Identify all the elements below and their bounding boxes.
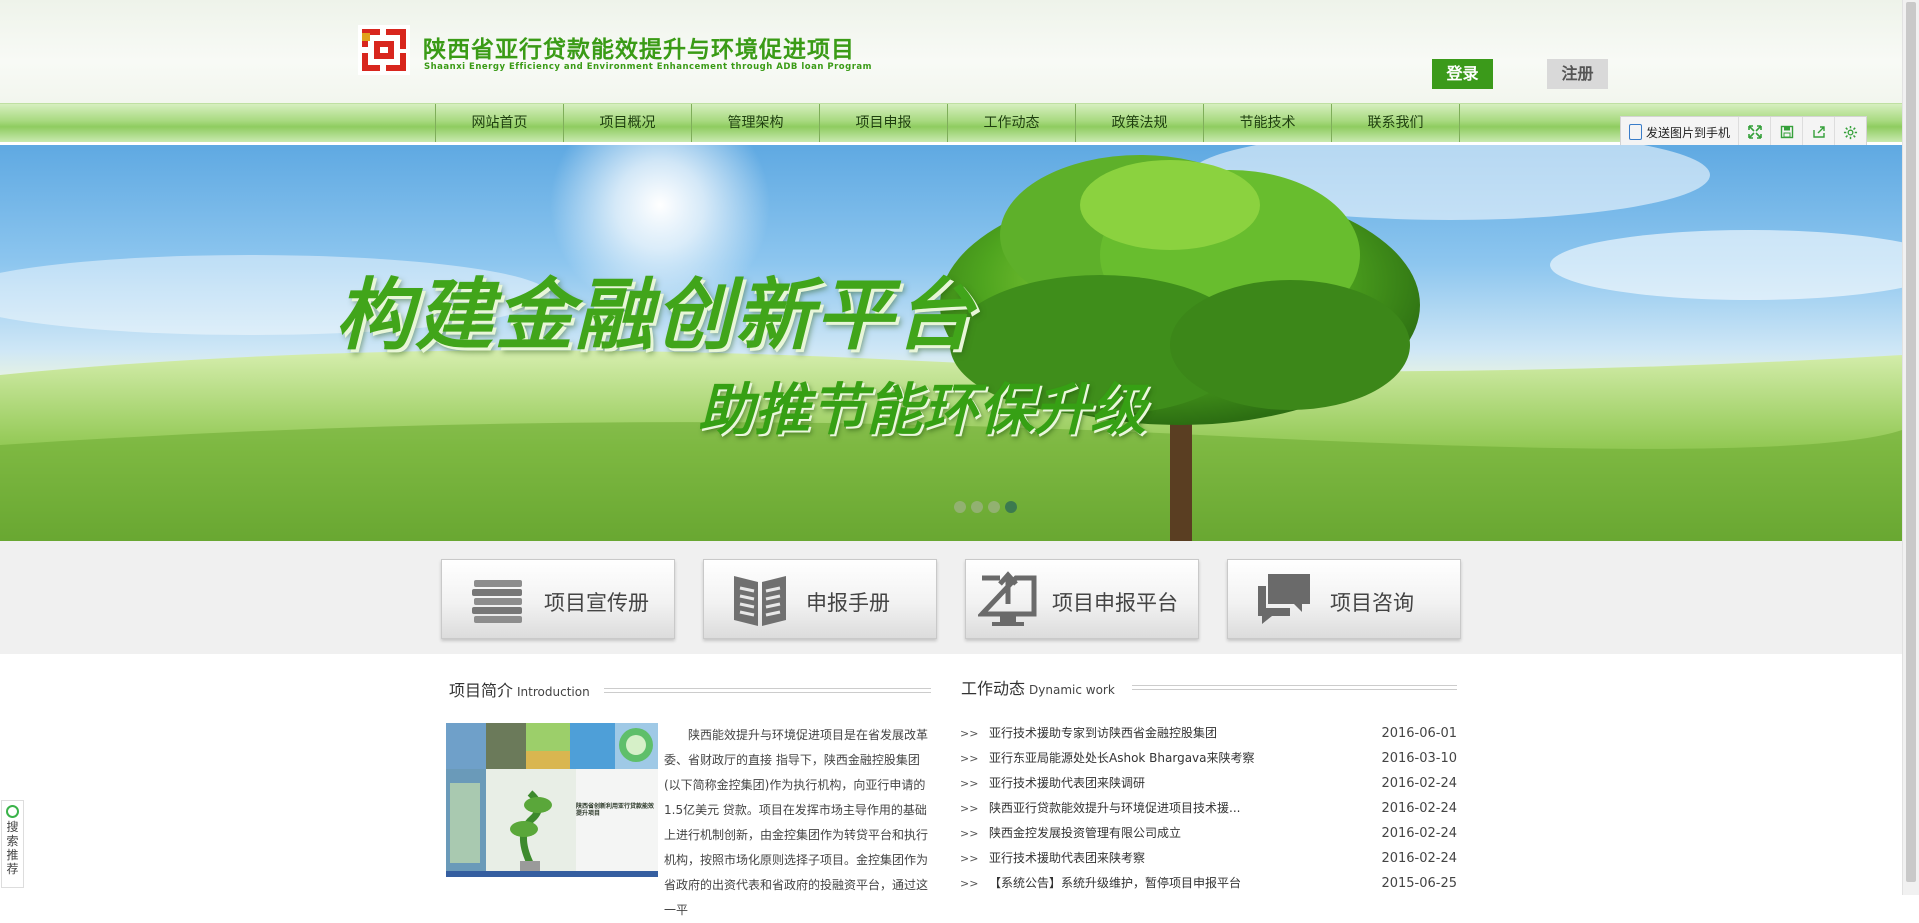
news-arrow: >> xyxy=(960,802,979,815)
news-arrow: >> xyxy=(960,827,979,840)
news-item[interactable]: >> 亚行技术援助代表团来陕考察 2016-02-24 xyxy=(960,846,1457,871)
brochure-label: 项目宣传册 xyxy=(544,591,649,615)
news-title-en: Dynamic work xyxy=(1029,683,1115,697)
quick-links: 项目宣传册 申报手册 项目申报平台 项目咨询 xyxy=(0,541,1902,654)
share-icon[interactable] xyxy=(1803,117,1836,147)
nav-item-news[interactable]: 工作动态 xyxy=(948,104,1076,142)
send-to-phone-button[interactable]: 发送图片到手机 xyxy=(1621,117,1740,147)
news-arrow: >> xyxy=(960,752,979,765)
news-item-title[interactable]: 陕西金控发展投资管理有限公司成立 xyxy=(989,821,1181,846)
intro-title-divider xyxy=(604,688,931,693)
consultation-button[interactable]: 项目咨询 xyxy=(1227,559,1461,639)
news-section-title: 工作动态 Dynamic work xyxy=(961,675,1115,699)
news-item-date: 2016-02-24 xyxy=(1381,776,1457,791)
settings-icon[interactable] xyxy=(1835,117,1866,147)
news-title-divider xyxy=(1132,685,1457,690)
search-recommend-widget[interactable]: 搜索推荐 xyxy=(1,800,24,888)
nav-item-home[interactable]: 网站首页 xyxy=(436,104,564,142)
open-book-icon xyxy=(734,576,786,626)
news-arrow: >> xyxy=(960,852,979,865)
news-item-title[interactable]: 【系统公告】系统升级维护，暂停项目申报平台 xyxy=(989,871,1241,896)
news-item-title[interactable]: 亚行技术援助代表团来陕调研 xyxy=(989,771,1145,796)
intro-section-title: 项目简介 Introduction xyxy=(449,677,590,701)
nav-item-application[interactable]: 项目申报 xyxy=(820,104,948,142)
news-item-title[interactable]: 亚行技术援助专家到访陕西省金融控股集团 xyxy=(989,721,1217,746)
news-item-date: 2016-06-01 xyxy=(1381,726,1457,741)
phone-icon xyxy=(1629,124,1642,140)
slide-dot-1[interactable] xyxy=(954,501,966,513)
search-recommend-label: 搜索推荐 xyxy=(6,820,19,876)
hero-banner: 构建金融创新平台 助推节能环保升级 xyxy=(0,145,1902,541)
send-to-phone-label: 发送图片到手机 xyxy=(1646,125,1731,140)
intro-image[interactable]: 陕西省创新利用亚行贷款能效提升项目 xyxy=(446,723,658,877)
nav-item-overview[interactable]: 项目概况 xyxy=(564,104,692,142)
news-item-date: 2015-06-25 xyxy=(1381,876,1457,891)
news-title-cn: 工作动态 xyxy=(961,679,1026,698)
news-item[interactable]: >> 亚行东亚局能源处处长Ashok Bhargava来陕考察 2016-03-… xyxy=(960,746,1457,771)
intro-collage xyxy=(446,723,658,877)
logo-icon[interactable] xyxy=(358,25,410,75)
news-item[interactable]: >> 亚行技术援助代表团来陕调研 2016-02-24 xyxy=(960,771,1457,796)
site-title: 陕西省亚行贷款能效提升与环境促进项目 xyxy=(423,37,855,63)
news-item-date: 2016-03-10 xyxy=(1381,751,1457,766)
news-item[interactable]: >> 陕西金控发展投资管理有限公司成立 2016-02-24 xyxy=(960,821,1457,846)
intro-text: 陕西能效提升与环境促进项目是在省发展改革委、省财政厅的直接 指导下，陕西金融控股… xyxy=(664,728,929,917)
news-item[interactable]: >> 【系统公告】系统升级维护，暂停项目申报平台 2015-06-25 xyxy=(960,871,1457,896)
vertical-scrollbar[interactable] xyxy=(1902,0,1919,895)
site-subtitle: Shaanxi Energy Efficiency and Environmen… xyxy=(424,62,872,72)
news-item[interactable]: >> 亚行技术援助专家到访陕西省金融控股集团 2016-06-01 xyxy=(960,721,1457,746)
nav-item-contact[interactable]: 联系我们 xyxy=(1332,104,1460,142)
nav-item-policy[interactable]: 政策法规 xyxy=(1076,104,1204,142)
slide-dot-3[interactable] xyxy=(988,501,1000,513)
slide-indicators xyxy=(954,501,1017,513)
register-button[interactable]: 注册 xyxy=(1547,59,1608,89)
manual-button[interactable]: 申报手册 xyxy=(703,559,937,639)
application-platform-label: 项目申报平台 xyxy=(1052,591,1178,615)
nav-item-structure[interactable]: 管理架构 xyxy=(692,104,820,142)
search-ring-icon xyxy=(6,805,19,818)
news-item-title[interactable]: 陕西亚行贷款能效提升与环境促进项目技术援... xyxy=(989,796,1240,821)
news-item-date: 2016-02-24 xyxy=(1381,801,1457,816)
consultation-label: 项目咨询 xyxy=(1330,591,1414,615)
news-arrow: >> xyxy=(960,877,979,890)
brochure-stack-icon xyxy=(472,580,522,623)
manual-label: 申报手册 xyxy=(806,591,890,615)
news-arrow: >> xyxy=(960,777,979,790)
intro-title-en: Introduction xyxy=(517,685,590,699)
news-item-date: 2016-02-24 xyxy=(1381,851,1457,866)
intro-title-cn: 项目简介 xyxy=(449,681,514,700)
main-nav: 网站首页 项目概况 管理架构 项目申报 工作动态 政策法规 节能技术 联系我们 xyxy=(0,103,1902,142)
upload-monitor-icon xyxy=(978,571,1037,626)
slide-dot-2[interactable] xyxy=(971,501,983,513)
intro-image-caption: 陕西省创新利用亚行贷款能效提升项目 xyxy=(576,803,655,817)
application-platform-button[interactable]: 项目申报平台 xyxy=(965,559,1199,639)
news-item[interactable]: >> 陕西亚行贷款能效提升与环境促进项目技术援... 2016-02-24 xyxy=(960,796,1457,821)
news-list: >> 亚行技术援助专家到访陕西省金融控股集团 2016-06-01 >> 亚行东… xyxy=(960,721,1457,896)
brochure-button[interactable]: 项目宣传册 xyxy=(441,559,675,639)
save-icon[interactable] xyxy=(1771,117,1804,147)
chat-bubbles-icon xyxy=(1258,574,1310,624)
news-item-date: 2016-02-24 xyxy=(1381,826,1457,841)
slide-dot-4[interactable] xyxy=(1005,501,1017,513)
news-item-title[interactable]: 亚行东亚局能源处处长Ashok Bhargava来陕考察 xyxy=(989,746,1255,771)
banner-subheadline: 助推节能环保升级 xyxy=(698,378,1146,443)
news-item-title[interactable]: 亚行技术援助代表团来陕考察 xyxy=(989,846,1145,871)
fullscreen-icon[interactable] xyxy=(1739,117,1772,147)
news-arrow: >> xyxy=(960,727,979,740)
banner-headline: 构建金融创新平台 xyxy=(335,271,976,361)
scrollbar-thumb[interactable] xyxy=(1906,2,1916,882)
image-toolbar: 发送图片到手机 xyxy=(1620,116,1868,148)
nav-item-technology[interactable]: 节能技术 xyxy=(1204,104,1332,142)
site-header: 陕西省亚行贷款能效提升与环境促进项目 Shaanxi Energy Effici… xyxy=(0,0,1902,103)
login-button[interactable]: 登录 xyxy=(1432,59,1493,89)
